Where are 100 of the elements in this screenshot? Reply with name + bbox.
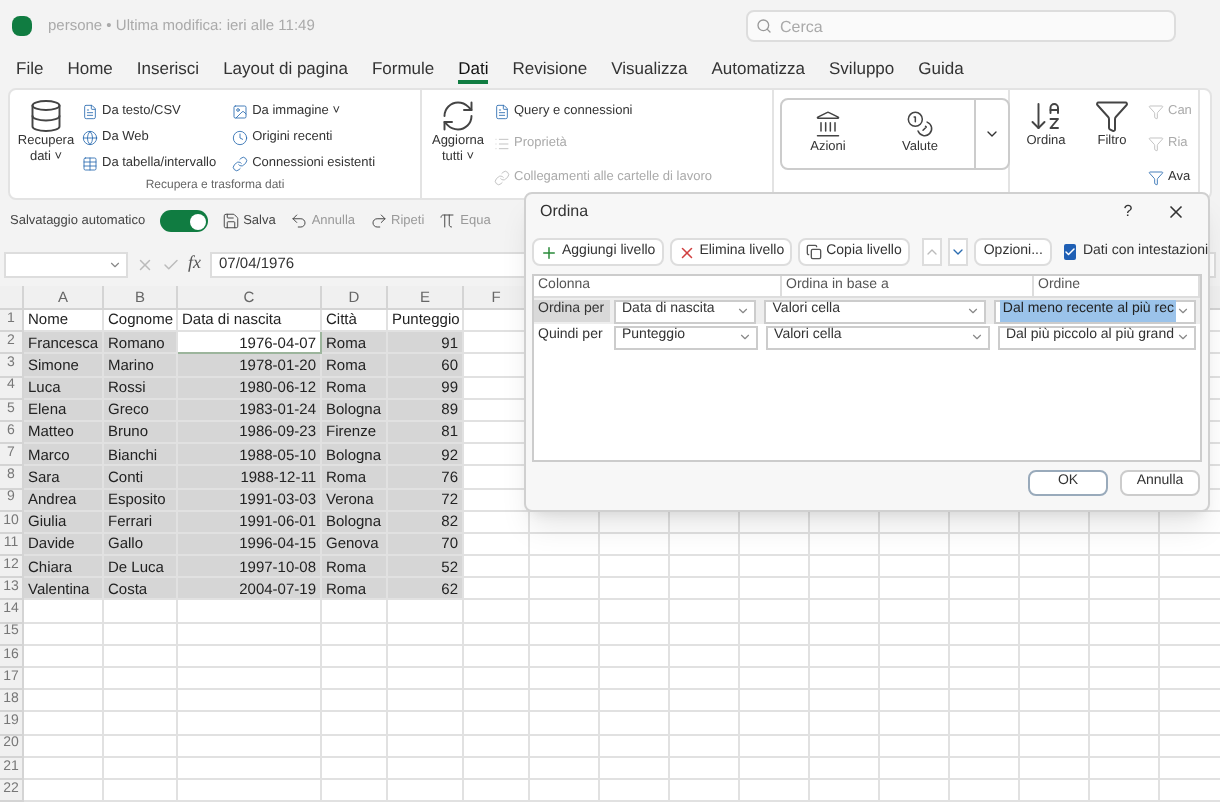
empty-cell[interactable] <box>530 623 600 646</box>
menu-tab[interactable]: Layout di pagina <box>223 55 348 85</box>
empty-cell[interactable] <box>530 645 600 668</box>
empty-cell[interactable] <box>322 668 388 691</box>
empty-cell[interactable] <box>810 735 880 758</box>
empty-cell[interactable] <box>178 600 322 624</box>
empty-cell[interactable] <box>600 578 670 601</box>
empty-cell[interactable] <box>104 623 178 646</box>
menu-tab[interactable]: Guida <box>918 55 964 85</box>
empty-cell[interactable] <box>1020 578 1090 601</box>
empty-cell[interactable] <box>740 712 810 736</box>
empty-cell[interactable] <box>530 757 600 780</box>
empty-cell[interactable] <box>810 556 880 579</box>
empty-cell[interactable] <box>1090 690 1160 713</box>
empty-cell[interactable] <box>670 578 740 601</box>
empty-cell[interactable] <box>670 645 740 668</box>
empty-cell[interactable] <box>600 690 670 713</box>
empty-cell[interactable] <box>880 578 950 601</box>
empty-cell[interactable] <box>388 623 464 646</box>
empty-cell[interactable] <box>178 668 322 691</box>
empty-cell[interactable] <box>600 533 670 557</box>
empty-cell[interactable] <box>600 757 670 780</box>
empty-cell[interactable] <box>950 757 1020 780</box>
empty-cell[interactable] <box>880 645 950 668</box>
empty-cell[interactable] <box>104 600 178 624</box>
empty-cell[interactable] <box>740 668 810 691</box>
check-icon[interactable] <box>162 255 180 273</box>
empty-cell[interactable] <box>740 690 810 713</box>
empty-cell[interactable] <box>464 735 530 758</box>
empty-cell[interactable] <box>530 779 600 803</box>
empty-cell[interactable] <box>600 556 670 579</box>
empty-cell[interactable] <box>670 556 740 579</box>
empty-cell[interactable] <box>600 779 670 803</box>
empty-cell[interactable] <box>880 757 950 780</box>
empty-cell[interactable] <box>388 690 464 713</box>
empty-cell[interactable] <box>104 668 178 691</box>
empty-cell[interactable] <box>670 690 740 713</box>
empty-cell[interactable] <box>810 600 880 624</box>
empty-cell[interactable] <box>600 668 670 691</box>
empty-cell[interactable] <box>1020 690 1090 713</box>
empty-cell[interactable] <box>1020 556 1090 579</box>
empty-cell[interactable] <box>322 779 388 803</box>
empty-cell[interactable] <box>810 690 880 713</box>
empty-cell[interactable] <box>740 735 810 758</box>
empty-cell[interactable] <box>530 578 600 601</box>
empty-cell[interactable] <box>178 623 322 646</box>
empty-cell[interactable] <box>810 668 880 691</box>
empty-cell[interactable] <box>810 578 880 601</box>
empty-cell[interactable] <box>1090 556 1160 579</box>
empty-cell[interactable] <box>950 578 1020 601</box>
empty-cell[interactable] <box>670 735 740 758</box>
menu-tab[interactable]: Inserisci <box>136 55 200 85</box>
menu-tab[interactable]: Visualizza <box>611 55 688 85</box>
empty-cell[interactable] <box>104 645 178 668</box>
empty-cell[interactable] <box>530 712 600 736</box>
move-up-button[interactable] <box>921 238 942 266</box>
empty-cell[interactable] <box>1090 600 1160 624</box>
move-down-button[interactable] <box>947 238 968 266</box>
empty-cell[interactable] <box>1090 623 1160 646</box>
empty-cell[interactable] <box>670 779 740 803</box>
empty-cell[interactable] <box>740 533 810 557</box>
empty-cell[interactable] <box>880 712 950 736</box>
empty-cell[interactable] <box>104 757 178 780</box>
empty-cell[interactable] <box>1020 600 1090 624</box>
empty-cell[interactable] <box>950 712 1020 736</box>
empty-cell[interactable] <box>530 668 600 691</box>
empty-cell[interactable] <box>388 757 464 780</box>
name-box[interactable] <box>4 251 128 277</box>
empty-cell[interactable] <box>388 712 464 736</box>
empty-cell[interactable] <box>880 533 950 557</box>
empty-cell[interactable] <box>880 735 950 758</box>
empty-cell[interactable] <box>1020 623 1090 646</box>
empty-cell[interactable] <box>322 735 388 758</box>
gallery-expand-button[interactable] <box>974 100 1000 168</box>
empty-cell[interactable] <box>810 779 880 803</box>
empty-cell[interactable] <box>322 645 388 668</box>
empty-cell[interactable] <box>530 735 600 758</box>
empty-cell[interactable] <box>880 779 950 803</box>
empty-cell[interactable] <box>464 668 530 691</box>
autosave-toggle[interactable] <box>159 210 208 232</box>
empty-cell[interactable] <box>178 779 322 803</box>
empty-cell[interactable] <box>388 735 464 758</box>
empty-cell[interactable] <box>178 712 322 736</box>
empty-cell[interactable] <box>530 600 600 624</box>
empty-cell[interactable] <box>810 533 880 557</box>
menu-tab[interactable]: Dati <box>458 55 489 85</box>
empty-cell[interactable] <box>740 578 810 601</box>
empty-cell[interactable] <box>1090 578 1160 601</box>
empty-cell[interactable] <box>740 757 810 780</box>
empty-cell[interactable] <box>322 712 388 736</box>
menu-tab[interactable]: Formule <box>371 55 435 85</box>
empty-cell[interactable] <box>1090 779 1160 803</box>
empty-cell[interactable] <box>464 645 530 668</box>
empty-cell[interactable] <box>810 645 880 668</box>
empty-cell[interactable] <box>388 600 464 624</box>
empty-cell[interactable] <box>530 556 600 579</box>
empty-cell[interactable] <box>104 735 178 758</box>
empty-cell[interactable] <box>1020 735 1090 758</box>
empty-cell[interactable] <box>950 556 1020 579</box>
empty-cell[interactable] <box>464 712 530 736</box>
